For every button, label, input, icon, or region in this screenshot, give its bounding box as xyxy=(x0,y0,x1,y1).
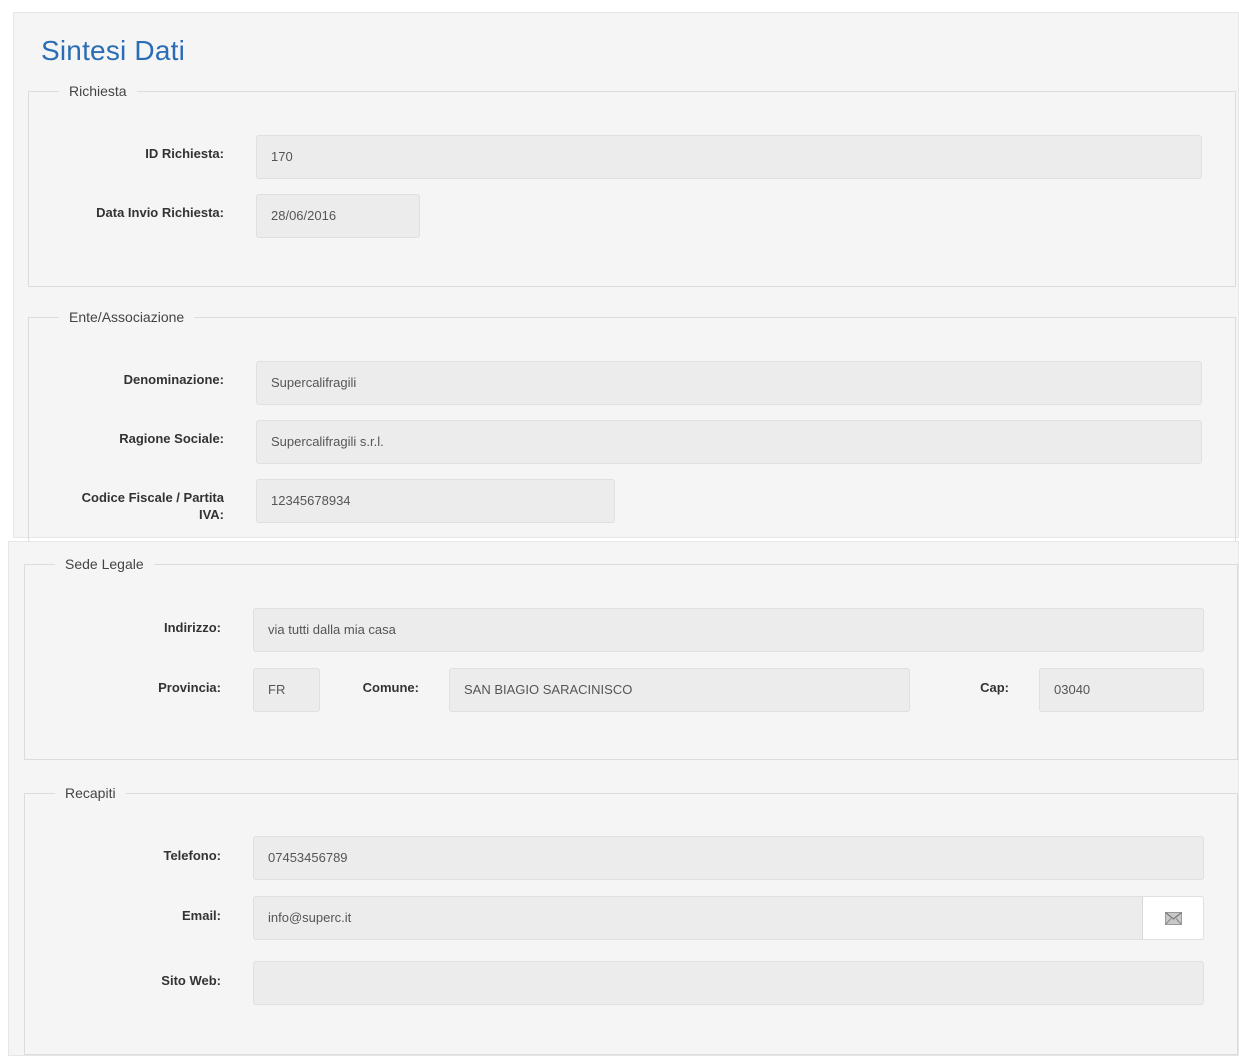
recapiti-legend: Recapiti xyxy=(65,785,116,801)
telefono-label: Telefono: xyxy=(163,848,221,863)
indirizzo-field[interactable]: via tutti dalla mia casa xyxy=(253,608,1204,652)
sito-web-label: Sito Web: xyxy=(161,973,221,988)
ragione-sociale-field[interactable]: Supercalifragili s.r.l. xyxy=(256,420,1202,464)
richiesta-fieldset: Richiesta xyxy=(28,83,1236,287)
page-title: Sintesi Dati xyxy=(41,35,186,66)
codice-fiscale-label-line1: Codice Fiscale / Partita xyxy=(81,490,224,505)
denominazione-field[interactable]: Supercalifragili xyxy=(256,361,1202,405)
id-richiesta-label: ID Richiesta: xyxy=(145,146,224,161)
envelope-icon xyxy=(1164,911,1182,925)
email-field[interactable]: info@superc.it xyxy=(253,896,1143,940)
provincia-field[interactable]: FR xyxy=(253,668,320,712)
data-invio-label: Data Invio Richiesta: xyxy=(96,205,224,220)
richiesta-legend: Richiesta xyxy=(69,83,127,99)
cap-field[interactable]: 03040 xyxy=(1039,668,1204,712)
email-send-button[interactable] xyxy=(1142,896,1204,940)
cap-label: Cap: xyxy=(980,680,1009,695)
indirizzo-label: Indirizzo: xyxy=(163,620,221,635)
ragione-sociale-label: Ragione Sociale: xyxy=(119,431,224,446)
codice-fiscale-label-line2: IVA: xyxy=(198,507,224,522)
lower-panel: Sede Legale Indirizzo: via tutti dalla m… xyxy=(8,541,1239,1056)
ente-legend: Ente/Associazione xyxy=(69,309,185,325)
codice-fiscale-label: Codice Fiscale / Partita IVA: xyxy=(54,489,224,523)
comune-field[interactable]: SAN BIAGIO SARACINISCO xyxy=(449,668,910,712)
provincia-label: Provincia: xyxy=(158,680,221,695)
denominazione-label: Denominazione: xyxy=(123,372,224,387)
data-invio-field[interactable]: 28/06/2016 xyxy=(256,194,420,238)
sede-legale-legend: Sede Legale xyxy=(65,556,144,572)
sito-web-field[interactable] xyxy=(253,961,1204,1005)
upper-panel: Sintesi Dati Richiesta ID Richiesta: 170… xyxy=(13,12,1239,559)
id-richiesta-field[interactable]: 170 xyxy=(256,135,1202,179)
email-label: Email: xyxy=(181,908,221,923)
sede-legale-fieldset: Sede Legale xyxy=(24,556,1238,760)
comune-label: Comune: xyxy=(362,680,419,695)
telefono-field[interactable]: 07453456789 xyxy=(253,836,1204,880)
codice-fiscale-field[interactable]: 12345678934 xyxy=(256,479,615,523)
